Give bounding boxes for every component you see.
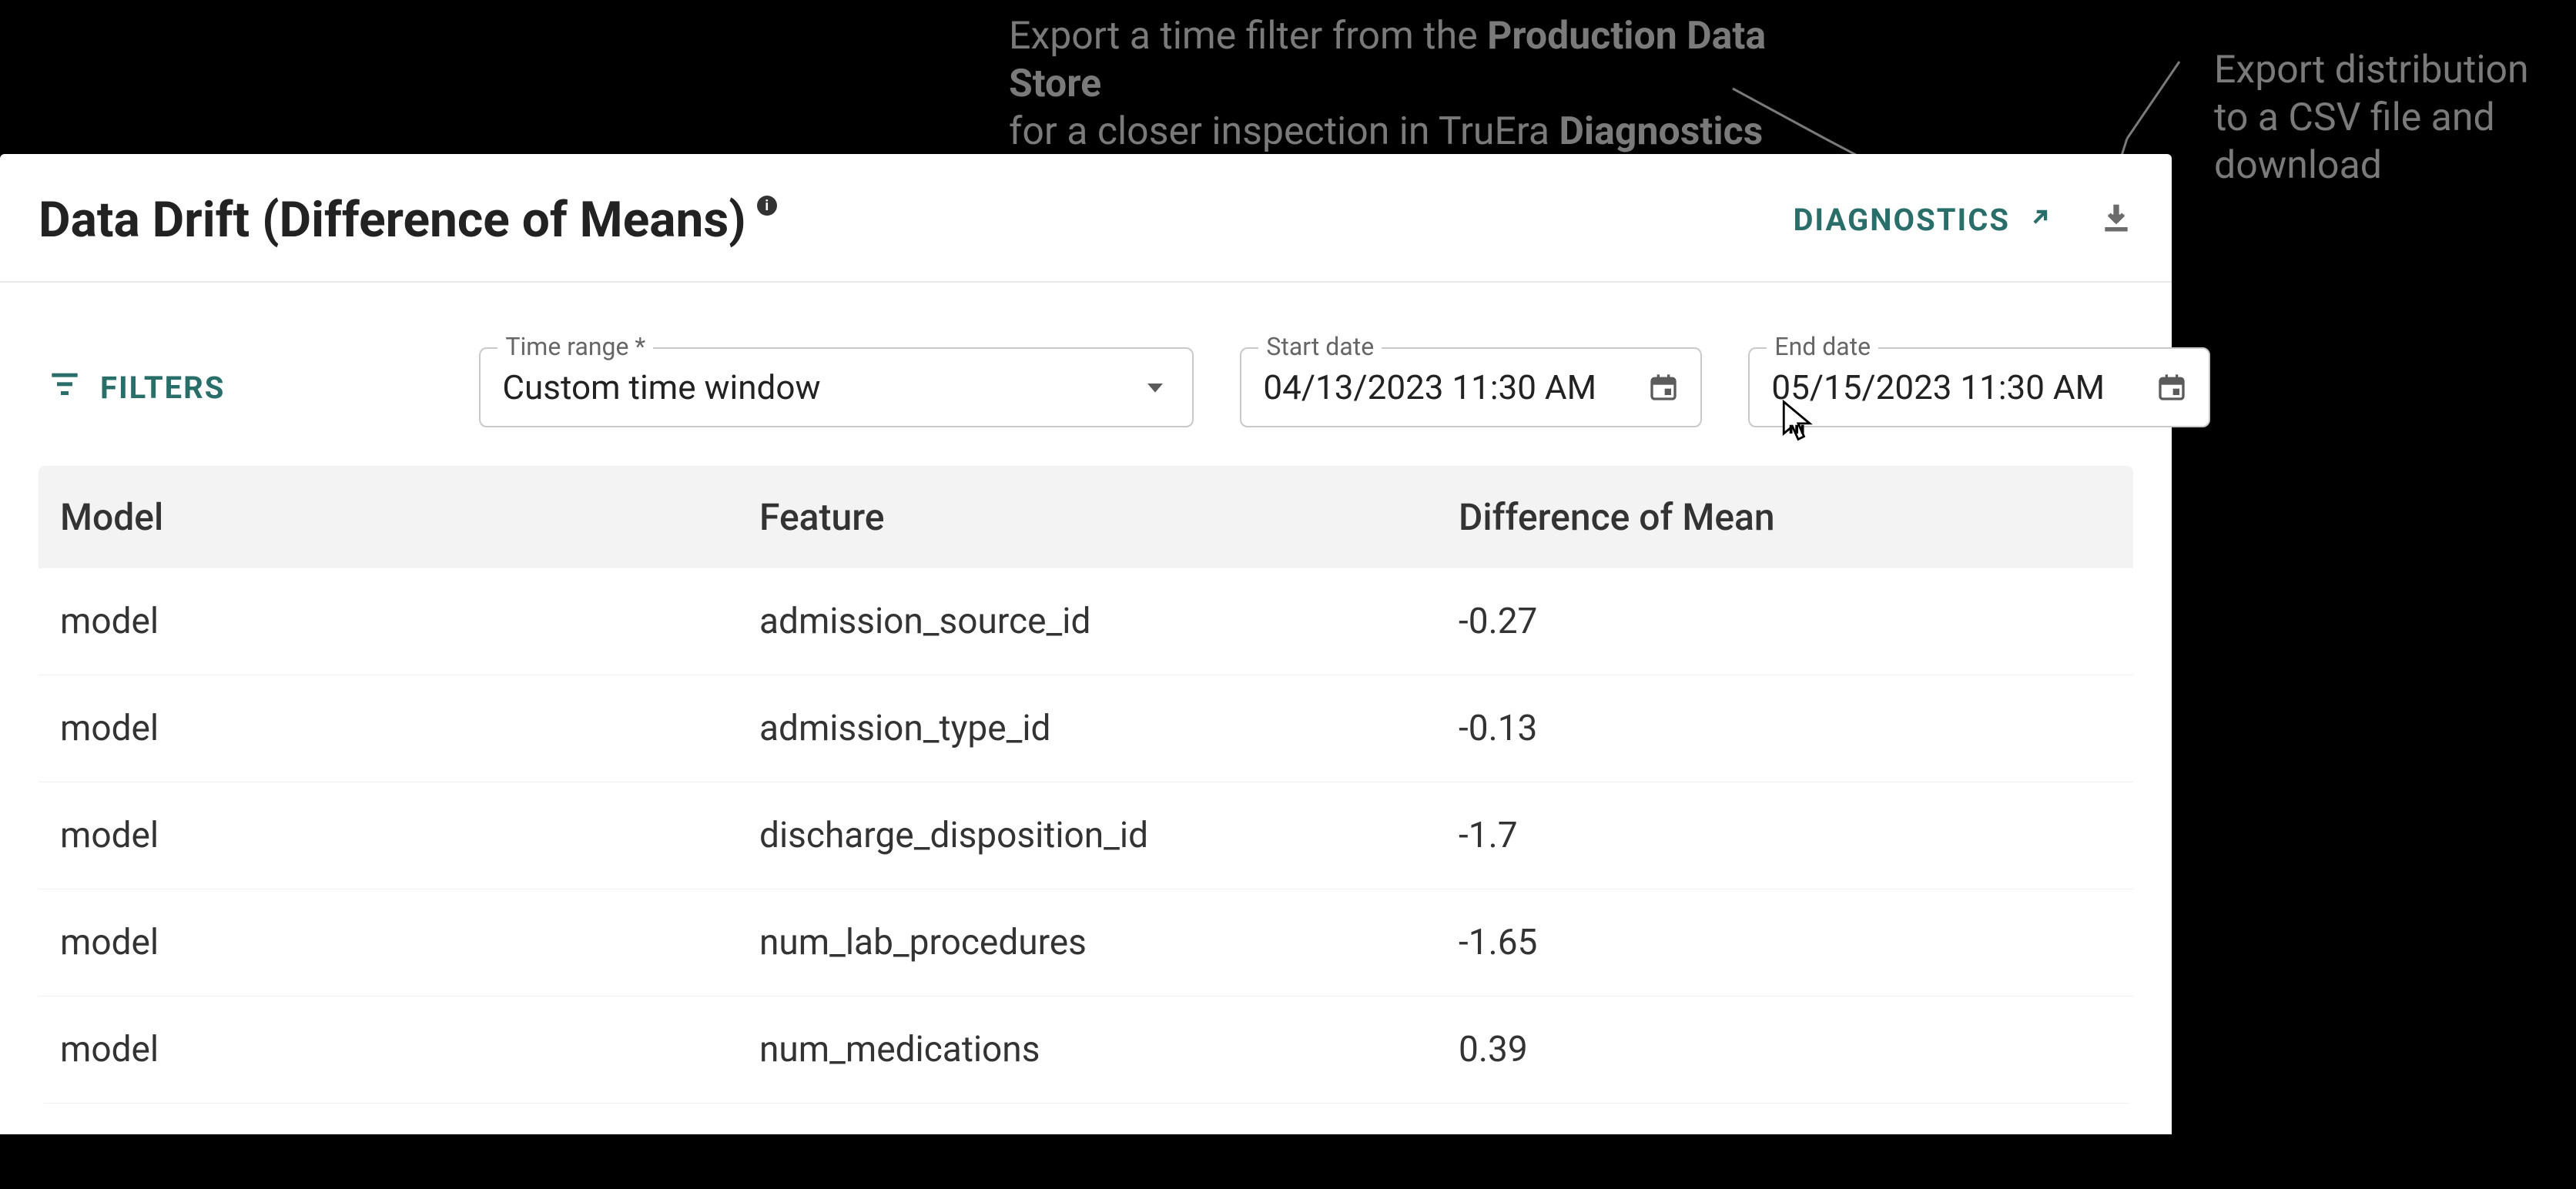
annotation-strong: Production Data Store bbox=[1009, 14, 1766, 106]
calendar-icon bbox=[2156, 372, 2187, 403]
col-header-feature: Feature bbox=[759, 495, 1459, 539]
cell-model: model bbox=[60, 922, 759, 963]
annotations-layer: Export a time filter from the Production… bbox=[0, 0, 2576, 162]
cell-diff: -0.13 bbox=[1459, 708, 2112, 749]
info-icon[interactable]: i bbox=[757, 196, 777, 216]
diagnostics-button[interactable]: DIAGNOSTICS bbox=[1793, 202, 2053, 238]
annotation-text: Export distribution bbox=[2214, 48, 2529, 92]
time-range-label: Time range * bbox=[497, 332, 653, 361]
end-date-field-container: End date 05/15/2023 11:30 AM bbox=[1748, 347, 2210, 427]
table-row: model admission_source_id -0.27 bbox=[39, 568, 2133, 675]
time-range-field-container: Time range * Custom time window bbox=[479, 347, 1194, 427]
page-title: Data Drift (Difference of Means) bbox=[39, 191, 746, 249]
annotation-strong: Diagnostics bbox=[1559, 109, 1763, 154]
cell-feature: num_medications bbox=[759, 1029, 1459, 1070]
col-header-diff: Difference of Mean bbox=[1459, 495, 2112, 539]
time-range-value: Custom time window bbox=[502, 367, 820, 407]
chevron-down-icon bbox=[1140, 372, 1171, 403]
main-panel: Data Drift (Difference of Means) i DIAGN… bbox=[0, 154, 2172, 1134]
col-header-model: Model bbox=[60, 495, 759, 539]
cell-diff: -0.27 bbox=[1459, 601, 2112, 642]
diagnostics-label: DIAGNOSTICS bbox=[1793, 202, 2010, 238]
cell-feature: discharge_disposition_id bbox=[759, 815, 1459, 856]
calendar-icon bbox=[1648, 372, 1679, 403]
table-row: model num_medications 0.39 bbox=[39, 996, 2133, 1104]
filter-icon bbox=[48, 368, 82, 407]
panel-header: Data Drift (Difference of Means) i DIAGN… bbox=[0, 154, 2172, 283]
table-body: model admission_source_id -0.27 model ad… bbox=[39, 568, 2133, 1104]
start-date-field-container: Start date 04/13/2023 11:30 AM bbox=[1240, 347, 1702, 427]
cell-diff: -1.7 bbox=[1459, 815, 2112, 856]
cell-model: model bbox=[60, 601, 759, 642]
cell-feature: admission_source_id bbox=[759, 601, 1459, 642]
annotation-text: download bbox=[2214, 143, 2382, 188]
header-actions: DIAGNOSTICS bbox=[1793, 202, 2133, 239]
table-row: model num_lab_procedures -1.65 bbox=[39, 889, 2133, 996]
cell-feature: admission_type_id bbox=[759, 708, 1459, 749]
cell-model: model bbox=[60, 708, 759, 749]
end-date-value: 05/15/2023 11:30 AM bbox=[1771, 367, 2105, 407]
table-row: model admission_type_id -0.13 bbox=[39, 675, 2133, 782]
cell-model: model bbox=[60, 1029, 759, 1070]
download-button[interactable] bbox=[2099, 202, 2133, 239]
end-date-label: End date bbox=[1767, 332, 1878, 361]
filters-label: FILTERS bbox=[100, 370, 225, 406]
annotation-text: for a closer inspection in TruEra bbox=[1009, 109, 1559, 154]
download-icon bbox=[2099, 224, 2133, 239]
table-row: model discharge_disposition_id -1.7 bbox=[39, 782, 2133, 889]
annotation-download: Export distribution to a CSV file and do… bbox=[2214, 46, 2545, 189]
cell-diff: -1.65 bbox=[1459, 922, 2112, 963]
cell-diff: 0.39 bbox=[1459, 1029, 2112, 1070]
annotation-text: Export a time filter from the bbox=[1009, 14, 1487, 59]
filters-row: FILTERS Time range * Custom time window … bbox=[0, 283, 2172, 466]
panel-title-wrap: Data Drift (Difference of Means) i bbox=[39, 191, 777, 249]
annotation-text: to a CSV file and bbox=[2214, 95, 2495, 140]
filters-button[interactable]: FILTERS bbox=[48, 368, 225, 407]
data-table: Model Feature Difference of Mean model a… bbox=[39, 466, 2133, 1104]
cell-feature: num_lab_procedures bbox=[759, 922, 1459, 963]
start-date-value: 04/13/2023 11:30 AM bbox=[1263, 367, 1596, 407]
cell-model: model bbox=[60, 815, 759, 856]
table-header-row: Model Feature Difference of Mean bbox=[39, 466, 2133, 568]
annotation-diagnostics: Export a time filter from the Production… bbox=[1009, 12, 1856, 156]
start-date-label: Start date bbox=[1258, 332, 1382, 361]
arrow-out-icon bbox=[2027, 202, 2053, 238]
